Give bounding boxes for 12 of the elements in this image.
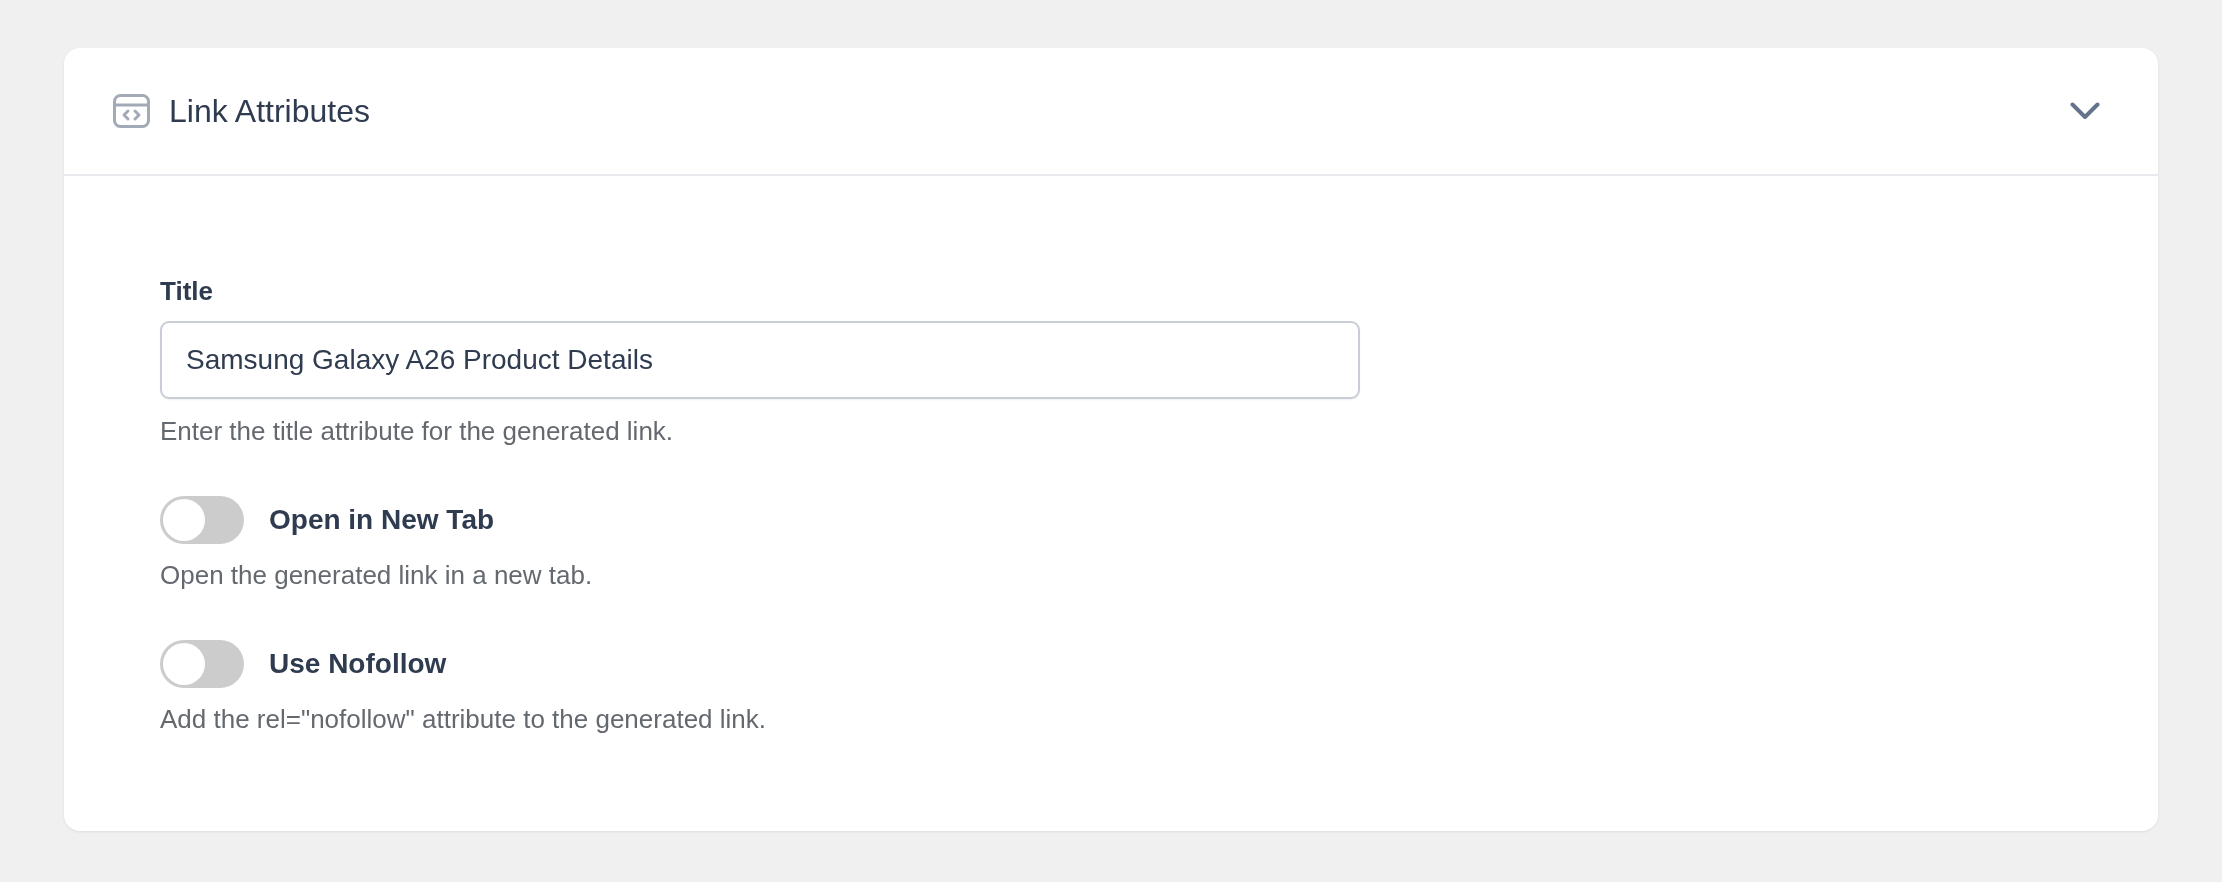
panel-title: Link Attributes [169,92,370,131]
field-label: Title [160,275,213,308]
help-text: Enter the title attribute for the generated link. [160,415,674,448]
toggle-label: Open in New Tab [269,503,495,537]
title-input[interactable]: Samsung Galaxy A26 Product Details [160,321,1360,399]
help-text: Add the rel="nofollow" attribute to the generated link. [160,703,766,736]
toggle-switch[interactable] [160,640,244,688]
window-code-icon [113,94,150,128]
chevron-down-icon[interactable] [2070,102,2100,120]
toggle-switch[interactable] [160,496,244,544]
toggle-label: Use Nofollow [269,647,447,681]
help-text: Open the generated link in a new tab. [160,559,593,592]
